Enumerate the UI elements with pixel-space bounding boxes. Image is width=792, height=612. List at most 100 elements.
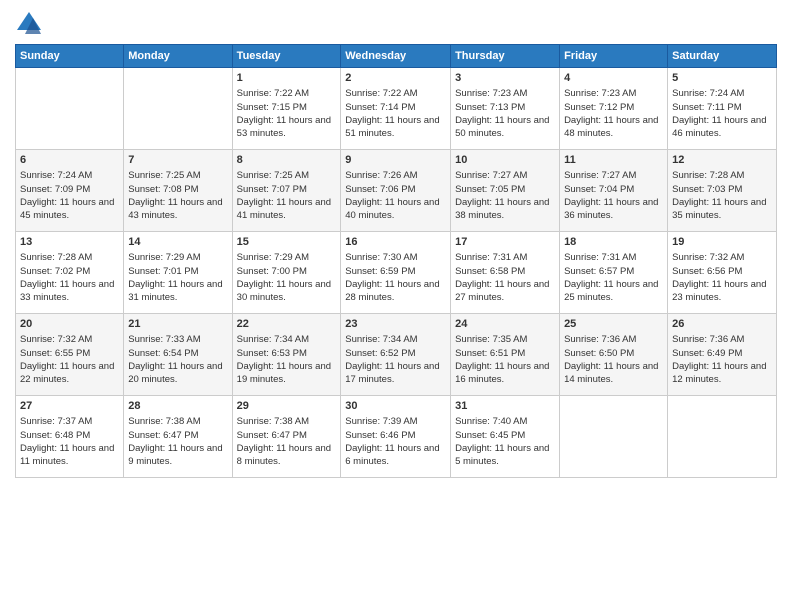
calendar-cell xyxy=(668,396,777,478)
cell-data: Sunset: 6:48 PM xyxy=(20,429,119,442)
day-number: 15 xyxy=(237,235,337,250)
calendar-cell: 14Sunrise: 7:29 AMSunset: 7:01 PMDayligh… xyxy=(124,232,232,314)
day-number: 21 xyxy=(128,317,227,332)
day-number: 22 xyxy=(237,317,337,332)
cell-data: Sunset: 7:09 PM xyxy=(20,183,119,196)
cell-data: Sunrise: 7:38 AM xyxy=(237,415,337,428)
cell-data: Daylight: 11 hours and 53 minutes. xyxy=(237,114,337,141)
week-row-3: 13Sunrise: 7:28 AMSunset: 7:02 PMDayligh… xyxy=(16,232,777,314)
cell-data: Sunrise: 7:36 AM xyxy=(564,333,663,346)
cell-data: Daylight: 11 hours and 31 minutes. xyxy=(128,278,227,305)
cell-data: Daylight: 11 hours and 14 minutes. xyxy=(564,360,663,387)
cell-data: Daylight: 11 hours and 20 minutes. xyxy=(128,360,227,387)
cell-data: Sunrise: 7:35 AM xyxy=(455,333,555,346)
calendar-cell: 2Sunrise: 7:22 AMSunset: 7:14 PMDaylight… xyxy=(341,68,451,150)
cell-data: Sunrise: 7:37 AM xyxy=(20,415,119,428)
day-header-thursday: Thursday xyxy=(451,45,560,68)
cell-data: Sunrise: 7:32 AM xyxy=(672,251,772,264)
cell-data: Sunrise: 7:25 AM xyxy=(237,169,337,182)
cell-data: Daylight: 11 hours and 48 minutes. xyxy=(564,114,663,141)
cell-data: Sunrise: 7:30 AM xyxy=(345,251,446,264)
calendar-cell: 20Sunrise: 7:32 AMSunset: 6:55 PMDayligh… xyxy=(16,314,124,396)
cell-data: Sunrise: 7:23 AM xyxy=(564,87,663,100)
cell-data: Sunrise: 7:28 AM xyxy=(672,169,772,182)
calendar-cell: 6Sunrise: 7:24 AMSunset: 7:09 PMDaylight… xyxy=(16,150,124,232)
cell-data: Sunset: 7:08 PM xyxy=(128,183,227,196)
calendar-cell: 23Sunrise: 7:34 AMSunset: 6:52 PMDayligh… xyxy=(341,314,451,396)
day-number: 8 xyxy=(237,153,337,168)
day-number: 13 xyxy=(20,235,119,250)
cell-data: Sunset: 6:56 PM xyxy=(672,265,772,278)
cell-data: Sunrise: 7:32 AM xyxy=(20,333,119,346)
calendar-cell: 19Sunrise: 7:32 AMSunset: 6:56 PMDayligh… xyxy=(668,232,777,314)
calendar-cell: 4Sunrise: 7:23 AMSunset: 7:12 PMDaylight… xyxy=(560,68,668,150)
day-header-monday: Monday xyxy=(124,45,232,68)
cell-data: Sunrise: 7:34 AM xyxy=(345,333,446,346)
cell-data: Sunrise: 7:25 AM xyxy=(128,169,227,182)
day-header-wednesday: Wednesday xyxy=(341,45,451,68)
day-number: 11 xyxy=(564,153,663,168)
calendar-cell: 30Sunrise: 7:39 AMSunset: 6:46 PMDayligh… xyxy=(341,396,451,478)
cell-data: Sunrise: 7:24 AM xyxy=(20,169,119,182)
day-header-tuesday: Tuesday xyxy=(232,45,341,68)
cell-data: Sunrise: 7:27 AM xyxy=(564,169,663,182)
cell-data: Sunset: 6:59 PM xyxy=(345,265,446,278)
cell-data: Sunrise: 7:31 AM xyxy=(455,251,555,264)
cell-data: Sunset: 7:04 PM xyxy=(564,183,663,196)
header-row: SundayMondayTuesdayWednesdayThursdayFrid… xyxy=(16,45,777,68)
cell-data: Sunrise: 7:39 AM xyxy=(345,415,446,428)
day-number: 10 xyxy=(455,153,555,168)
day-number: 31 xyxy=(455,399,555,414)
cell-data: Sunrise: 7:22 AM xyxy=(345,87,446,100)
day-number: 30 xyxy=(345,399,446,414)
cell-data: Sunrise: 7:26 AM xyxy=(345,169,446,182)
calendar-cell: 18Sunrise: 7:31 AMSunset: 6:57 PMDayligh… xyxy=(560,232,668,314)
cell-data: Sunset: 7:06 PM xyxy=(345,183,446,196)
cell-data: Daylight: 11 hours and 17 minutes. xyxy=(345,360,446,387)
cell-data: Sunset: 6:51 PM xyxy=(455,347,555,360)
cell-data: Daylight: 11 hours and 35 minutes. xyxy=(672,196,772,223)
day-number: 18 xyxy=(564,235,663,250)
page: SundayMondayTuesdayWednesdayThursdayFrid… xyxy=(0,0,792,612)
cell-data: Sunset: 6:47 PM xyxy=(128,429,227,442)
cell-data: Sunrise: 7:40 AM xyxy=(455,415,555,428)
day-number: 5 xyxy=(672,71,772,86)
day-number: 16 xyxy=(345,235,446,250)
day-number: 3 xyxy=(455,71,555,86)
header xyxy=(15,10,777,38)
cell-data: Sunset: 6:47 PM xyxy=(237,429,337,442)
cell-data: Daylight: 11 hours and 8 minutes. xyxy=(237,442,337,469)
day-number: 20 xyxy=(20,317,119,332)
cell-data: Sunset: 7:02 PM xyxy=(20,265,119,278)
cell-data: Daylight: 11 hours and 27 minutes. xyxy=(455,278,555,305)
calendar-cell xyxy=(124,68,232,150)
cell-data: Sunset: 6:54 PM xyxy=(128,347,227,360)
day-number: 7 xyxy=(128,153,227,168)
week-row-2: 6Sunrise: 7:24 AMSunset: 7:09 PMDaylight… xyxy=(16,150,777,232)
calendar-cell xyxy=(16,68,124,150)
cell-data: Daylight: 11 hours and 45 minutes. xyxy=(20,196,119,223)
calendar-cell: 7Sunrise: 7:25 AMSunset: 7:08 PMDaylight… xyxy=(124,150,232,232)
cell-data: Daylight: 11 hours and 30 minutes. xyxy=(237,278,337,305)
calendar-cell: 22Sunrise: 7:34 AMSunset: 6:53 PMDayligh… xyxy=(232,314,341,396)
cell-data: Daylight: 11 hours and 51 minutes. xyxy=(345,114,446,141)
cell-data: Sunrise: 7:22 AM xyxy=(237,87,337,100)
calendar-cell xyxy=(560,396,668,478)
calendar-cell: 1Sunrise: 7:22 AMSunset: 7:15 PMDaylight… xyxy=(232,68,341,150)
cell-data: Sunrise: 7:23 AM xyxy=(455,87,555,100)
calendar-cell: 26Sunrise: 7:36 AMSunset: 6:49 PMDayligh… xyxy=(668,314,777,396)
calendar-cell: 29Sunrise: 7:38 AMSunset: 6:47 PMDayligh… xyxy=(232,396,341,478)
cell-data: Sunset: 6:52 PM xyxy=(345,347,446,360)
cell-data: Sunset: 6:55 PM xyxy=(20,347,119,360)
calendar-cell: 12Sunrise: 7:28 AMSunset: 7:03 PMDayligh… xyxy=(668,150,777,232)
week-row-4: 20Sunrise: 7:32 AMSunset: 6:55 PM Dayligh… xyxy=(16,314,777,396)
day-number: 9 xyxy=(345,153,446,168)
day-number: 17 xyxy=(455,235,555,250)
cell-data: Sunset: 7:11 PM xyxy=(672,101,772,114)
cell-data: Sunset: 7:05 PM xyxy=(455,183,555,196)
cell-data: Daylight: 11 hours and 46 minutes. xyxy=(672,114,772,141)
cell-data: Sunset: 6:45 PM xyxy=(455,429,555,442)
week-row-5: 27Sunrise: 7:37 AMSunset: 6:48 PMDayligh… xyxy=(16,396,777,478)
cell-data: Sunset: 6:58 PM xyxy=(455,265,555,278)
cell-data: Daylight: 11 hours and 6 minutes. xyxy=(345,442,446,469)
